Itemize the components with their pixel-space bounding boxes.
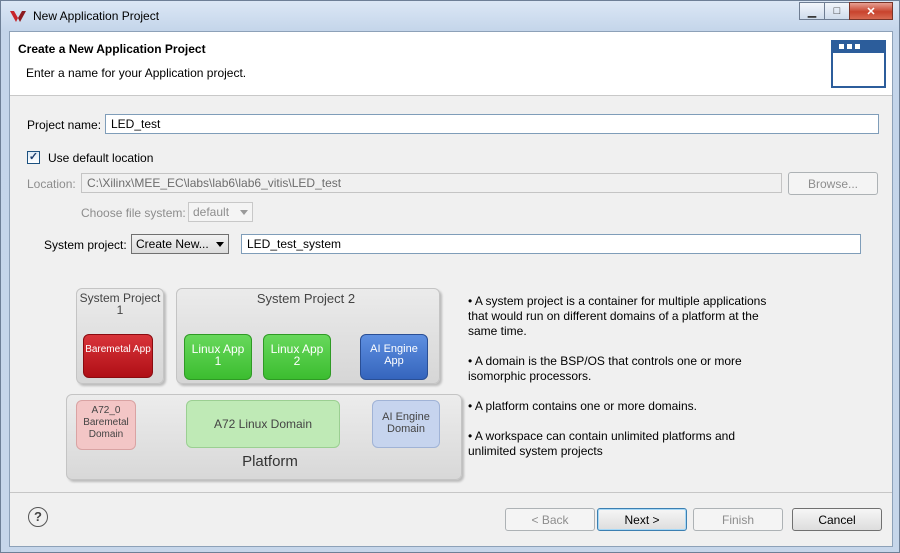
location-input[interactable]: C:\Xilinx\MEE_EC\labs\lab6\lab6_vitis\LE… [81, 173, 782, 193]
info-bullet-system-project: • A system project is a container for mu… [468, 294, 767, 338]
info-bullet-domain: • A domain is the BSP/OS that controls o… [468, 354, 742, 383]
baremetal-app-label: Baremetal App [85, 344, 151, 355]
close-button[interactable]: ✕ [849, 2, 893, 20]
info-bullet-workspace: • A workspace can contain unlimited plat… [468, 429, 736, 458]
back-button[interactable]: < Back [505, 508, 595, 531]
a72-baremetal-domain-label: A72_0 Baremetal Domain [83, 405, 129, 440]
file-system-select[interactable]: default [188, 202, 253, 222]
file-system-label: Choose file system: [81, 206, 186, 220]
project-name-label: Project name: [27, 118, 102, 132]
dialog-content: Create a New Application Project Enter a… [9, 31, 893, 547]
info-bullets: • A system project is a container for mu… [468, 294, 768, 474]
use-default-location-label: Use default location [48, 151, 154, 165]
system-project-select-value: Create New... [136, 237, 209, 251]
chevron-down-icon [216, 242, 224, 247]
file-system-value: default [193, 205, 230, 219]
page-title: Create a New Application Project [18, 42, 206, 56]
system-project-2-label: System Project 2 [256, 291, 356, 306]
info-bullet-platform: • A platform contains one or more domain… [468, 399, 697, 413]
cancel-button[interactable]: Cancel [792, 508, 882, 531]
linux-app-2-label: Linux App 2 [270, 342, 324, 368]
system-project-label: System project: [44, 238, 127, 252]
wizard-header: Create a New Application Project Enter a… [10, 32, 892, 96]
chevron-down-icon [240, 210, 248, 215]
system-project-name-input[interactable]: LED_test_system [241, 234, 861, 254]
title-bar[interactable]: New Application Project ▁ □ ✕ [1, 1, 899, 31]
ai-engine-app-label: AI Engine App [370, 343, 418, 367]
wizard-banner-icon [831, 40, 886, 88]
window-title: New Application Project [33, 9, 160, 23]
system-project-select[interactable]: Create New... [131, 234, 229, 254]
system-project-1-label: System Project 1 [79, 291, 161, 317]
system-project-diagram: System Project 1 Baremetal App System Pr… [56, 284, 462, 484]
location-label: Location: [27, 177, 76, 191]
use-default-location-checkbox[interactable]: ✓ [27, 151, 40, 164]
baremetal-app-box [83, 334, 153, 378]
window-controls: ▁ □ ✕ [799, 2, 893, 22]
maximize-button[interactable]: □ [824, 2, 850, 20]
page-description: Enter a name for your Application projec… [26, 66, 247, 80]
finish-button[interactable]: Finish [693, 508, 783, 531]
ai-engine-domain-label: AI Engine Domain [382, 411, 430, 435]
dialog-window: New Application Project ▁ □ ✕ Create a N… [0, 0, 900, 553]
minimize-button[interactable]: ▁ [799, 2, 825, 20]
browse-button[interactable]: Browse... [788, 172, 878, 195]
project-name-input[interactable]: LED_test [105, 114, 879, 134]
footer-separator [10, 492, 892, 493]
next-button[interactable]: Next > [597, 508, 687, 531]
vitis-logo-icon [10, 11, 26, 22]
platform-label: Platform [242, 453, 298, 470]
linux-app-1-label: Linux App 1 [191, 342, 245, 368]
a72-linux-domain-label: A72 Linux Domain [213, 417, 313, 431]
help-icon[interactable]: ? [28, 507, 48, 527]
